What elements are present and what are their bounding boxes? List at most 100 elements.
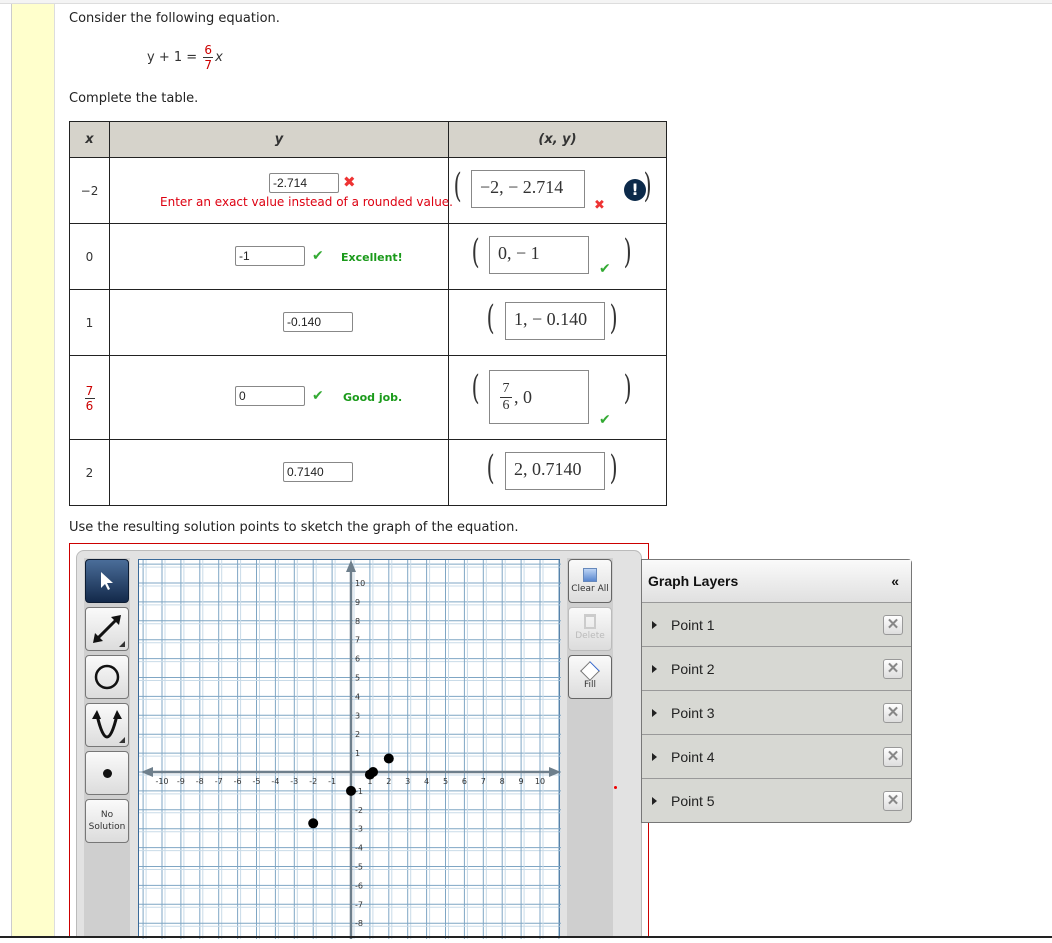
y-input[interactable] — [283, 462, 353, 482]
y-input[interactable] — [283, 312, 353, 332]
x-tick-label: 10 — [535, 777, 545, 786]
y-tick-label: 5 — [355, 674, 360, 683]
fill-button[interactable]: Fill — [568, 655, 612, 699]
x-value: 1 — [69, 289, 110, 356]
remove-layer-icon[interactable]: ✕ — [883, 791, 903, 811]
point-input[interactable]: 7 6 , 0 — [489, 370, 589, 424]
table-row: 0 ✔ Excellent! ( 0, − 1 ✔ ) — [69, 223, 667, 290]
y-input[interactable] — [269, 173, 339, 193]
point-input[interactable]: 1, − 0.140 — [505, 302, 605, 340]
line-tool-button[interactable] — [85, 607, 129, 651]
x-value: −2 — [69, 157, 110, 224]
close-paren: ) — [623, 368, 632, 408]
fraction-numerator: 6 — [204, 43, 212, 57]
no-solution-button[interactable]: No Solution — [85, 799, 129, 843]
fill-label: Fill — [583, 680, 597, 690]
x-fraction: 7 6 — [84, 385, 95, 412]
remove-layer-icon[interactable]: ✕ — [883, 747, 903, 767]
y-tick-label: -6 — [355, 881, 363, 890]
point-input[interactable]: −2, − 2.714 — [471, 170, 585, 208]
point-input[interactable]: 2, 0.7140 — [505, 452, 605, 490]
no-solution-label: No — [100, 810, 114, 820]
point-tool-button[interactable] — [85, 751, 129, 795]
graph-layers-panel: Graph Layers « Point 1 ✕ Point 2 ✕ Point 3 ✕ P… — [641, 559, 912, 823]
x-value: 2 — [69, 439, 110, 506]
expand-icon[interactable] — [652, 620, 657, 629]
point-input[interactable]: 0, − 1 — [489, 236, 589, 274]
header-y: y — [109, 121, 449, 158]
open-paren: ( — [486, 448, 495, 488]
layer-item[interactable]: Point 2 ✕ — [642, 647, 911, 691]
open-paren: ( — [471, 368, 480, 408]
x-tick-label: 8 — [500, 777, 505, 786]
layer-item[interactable]: Point 4 ✕ — [642, 735, 911, 779]
layer-item[interactable]: Point 5 ✕ — [642, 779, 911, 823]
plotted-point — [346, 785, 356, 796]
collapse-icon[interactable]: « — [891, 573, 899, 589]
layer-label: Point 2 — [671, 660, 715, 677]
circle-tool-button[interactable] — [85, 655, 129, 699]
close-paren: ) — [609, 448, 618, 488]
layer-item[interactable]: Point 3 ✕ — [642, 691, 911, 735]
red-marker — [614, 786, 617, 789]
layer-label: Point 4 — [671, 748, 715, 765]
plotted-point — [368, 767, 379, 777]
layer-label: Point 5 — [671, 793, 715, 809]
delete-button[interactable]: Delete — [568, 607, 612, 651]
y-tick-label: 8 — [355, 617, 360, 626]
remove-layer-icon[interactable]: ✕ — [883, 703, 903, 723]
instruction-text: Complete the table. — [69, 91, 199, 106]
y-tick-label: 1 — [355, 749, 360, 758]
x-tick-label: -6 — [234, 777, 242, 786]
remove-layer-icon[interactable]: ✕ — [883, 615, 903, 635]
header-xy: (x, y) — [448, 121, 667, 158]
clear-all-label: Clear All — [571, 584, 609, 594]
y-tick-label: 4 — [355, 692, 360, 701]
parabola-tool-button[interactable] — [85, 703, 129, 747]
y-tick-label: 6 — [355, 655, 360, 664]
layer-item[interactable]: Point 1 ✕ — [642, 603, 911, 647]
y-input[interactable] — [235, 386, 305, 406]
x-tick-label: -5 — [253, 777, 261, 786]
coordinate-grid[interactable]: -10 -9 -8 -7 -6 -5 -4 -3 -2 -1 1 2 3 4 5 6 7 8 9 10 10 9 8 7 6 5 4… — [123, 544, 582, 943]
x-value: 0 — [69, 223, 110, 290]
x-tick-label: -2 — [309, 777, 317, 786]
cursor-icon — [101, 572, 113, 590]
x-tick-label: -1 — [328, 777, 336, 786]
x-value: 7 6 — [69, 355, 110, 440]
y-tick-label: -3 — [355, 825, 363, 834]
expand-icon[interactable] — [652, 664, 657, 673]
y-tick-label: -4 — [355, 844, 363, 853]
check-icon: ✔ — [312, 388, 324, 404]
x-tick-label: 3 — [405, 777, 410, 786]
error-feedback: Enter an exact value instead of a rounde… — [160, 195, 453, 209]
equation: y + 1 = 6 7 x — [147, 44, 223, 71]
trash-icon — [584, 614, 596, 629]
expand-icon[interactable] — [652, 708, 657, 717]
delete-label: Delete — [575, 631, 605, 641]
equation-lhs: y + 1 = — [147, 50, 198, 65]
select-tool-button[interactable] — [85, 559, 129, 603]
layer-label: Point 1 — [671, 616, 715, 633]
x-tick-label: -7 — [215, 777, 223, 786]
solution-table: x y (x, y) −2 ✖ Enter an exact value ins… — [69, 121, 667, 506]
close-paren: ) — [643, 166, 652, 206]
layers-title: Graph Layers — [648, 573, 739, 589]
y-input[interactable] — [235, 246, 305, 266]
open-paren: ( — [453, 166, 462, 206]
y-tick-label: 7 — [355, 636, 360, 645]
remove-layer-icon[interactable]: ✕ — [883, 659, 903, 679]
close-paren: ) — [609, 298, 618, 338]
clear-all-button[interactable]: Clear All — [568, 559, 612, 603]
x-tick-label: 5 — [443, 777, 448, 786]
y-tick-label: 2 — [355, 730, 360, 739]
x-tick-label: -3 — [290, 777, 298, 786]
equation-fraction: 6 7 — [203, 43, 214, 71]
grid-svg: -10 -9 -8 -7 -6 -5 -4 -3 -2 -1 1 2 3 4 5 6 7 8 9 10 10 9 8 7 6 5 4… — [123, 544, 582, 943]
expand-icon[interactable] — [652, 797, 657, 805]
y-tick-label: 10 — [355, 579, 365, 588]
x-tick-label: -10 — [155, 777, 168, 786]
circle-icon — [94, 664, 120, 690]
expand-icon[interactable] — [652, 752, 657, 761]
success-feedback: Good job. — [343, 391, 403, 404]
